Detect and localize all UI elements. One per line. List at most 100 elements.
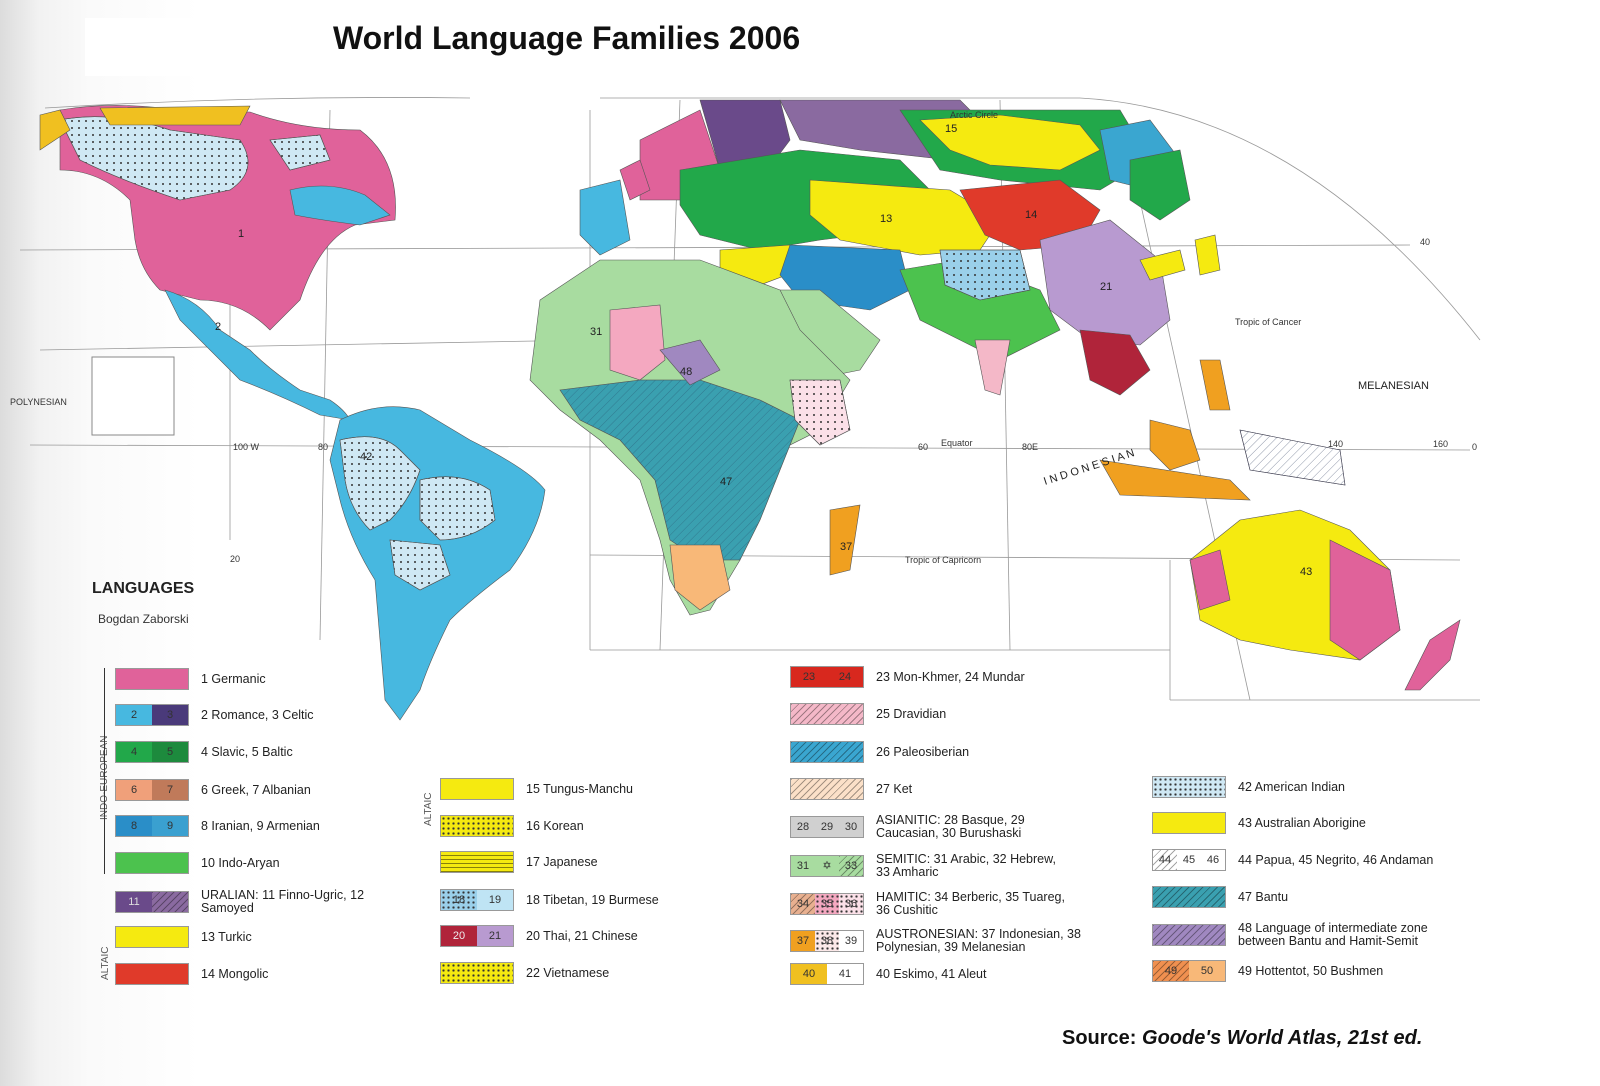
region-number: 37 — [840, 541, 852, 553]
legend-label: HAMITIC: 34 Berberic, 35 Tuareg, 36 Cush… — [876, 890, 1065, 917]
region-number: 14 — [1025, 209, 1037, 221]
region-number: 15 — [945, 123, 957, 135]
group-label-altaic-mid: ALTAIC — [423, 792, 434, 826]
legend-label: 4 Slavic, 5 Baltic — [201, 744, 293, 759]
legend-label: 1 Germanic — [201, 671, 266, 686]
legend-item: 11 URALIAN: 11 Finno-Ugric, 12 Samoyed — [115, 889, 385, 915]
legend-label: 23 Mon-Khmer, 24 Mundar — [876, 669, 1025, 684]
legend-swatch: 89 — [115, 815, 189, 837]
legend-label: 15 Tungus-Manchu — [526, 781, 634, 796]
region-number: 1 — [238, 228, 244, 240]
lat-40-label: 40 — [1420, 237, 1430, 247]
legend-swatch — [1152, 886, 1226, 908]
legend-swatch — [1152, 776, 1226, 798]
melanesian-label: MELANESIAN — [1358, 380, 1429, 392]
legend-swatch: 40 41 — [790, 963, 864, 985]
legend-label: 6 Greek, 7 Albanian — [201, 782, 311, 797]
legend-item: 42 American Indian — [1152, 776, 1345, 798]
source-credit: Source: Goode's World Atlas, 21st ed. — [1062, 1027, 1422, 1050]
legend-item: 45 4 Slavic, 5 Baltic — [115, 741, 293, 763]
legend-swatch: 37 38 39 — [790, 930, 864, 952]
lon-80-label: 80 — [318, 442, 328, 452]
legend-swatch — [115, 668, 189, 690]
legend-label: 8 Iranian, 9 Armenian — [201, 818, 320, 833]
indo-european-bracket — [104, 668, 105, 874]
polynesian-label: POLYNESIAN — [10, 397, 67, 407]
tropic-capricorn-label: Tropic of Capricorn — [905, 555, 981, 565]
legend-item: 23 2 Romance, 3 Celtic — [115, 704, 314, 726]
east-asia — [1039, 219, 1346, 501]
equator-label: Equator — [941, 438, 973, 448]
legend-swatch: 11 — [115, 891, 189, 913]
source-work: Goode's World Atlas, 21st ed. — [1142, 1027, 1423, 1049]
legend-item: 25 Dravidian — [790, 703, 946, 725]
legend-item: 1 Germanic — [115, 668, 266, 690]
region-number: 31 — [590, 326, 602, 338]
legend-swatch: 31 ✡ 33 — [790, 855, 864, 877]
legend-label: 43 Australian Aborigine — [1238, 815, 1366, 830]
region-number: 43 — [1300, 566, 1312, 578]
legend-item: 23 24 23 Mon-Khmer, 24 Mundar — [790, 666, 1025, 688]
legend-item: 89 8 Iranian, 9 Armenian — [115, 815, 320, 837]
australia — [1189, 509, 1461, 691]
legend-swatch — [790, 703, 864, 725]
legend-item: 26 Paleosiberian — [790, 741, 969, 763]
legend-label: SEMITIC: 31 Arabic, 32 Hebrew, 33 Amhari… — [876, 852, 1056, 879]
legend-swatch — [115, 926, 189, 948]
lon-160-label: 160 — [1433, 439, 1448, 449]
legend-swatch: 67 — [115, 779, 189, 801]
legend-label: 20 Thai, 21 Chinese — [526, 928, 638, 943]
region-number: 21 — [1100, 281, 1112, 293]
legend-item: 17 Japanese — [440, 851, 598, 873]
legend-label: 22 Vietnamese — [526, 965, 610, 980]
legend-label: 47 Bantu — [1238, 889, 1289, 904]
region-number: 42 — [360, 451, 372, 463]
legend-label: 14 Mongolic — [201, 966, 269, 981]
lon-140-label: 140 — [1328, 439, 1343, 449]
legend-item: 10 Indo-Aryan — [115, 852, 280, 874]
legend-item: 22 Vietnamese — [440, 962, 609, 984]
legend-label: 17 Japanese — [526, 854, 598, 869]
legend-label: ASIANITIC: 28 Basque, 29 Caucasian, 30 B… — [876, 813, 1025, 840]
legend-item: 40 41 40 Eskimo, 41 Aleut — [790, 963, 986, 985]
legend-swatch — [440, 851, 514, 873]
legend-swatch — [115, 852, 189, 874]
legend-label: 42 American Indian — [1238, 779, 1346, 794]
lat-0-label: 0 — [1472, 442, 1477, 452]
legend-swatch: 49 50 — [1152, 960, 1226, 982]
legend-label: 16 Korean — [526, 818, 584, 833]
legend-swatch: 28 29 30 — [790, 816, 864, 838]
legend-item: 44 45 46 44 Papua, 45 Negrito, 46 Andaman — [1152, 849, 1433, 871]
legend-label: 44 Papua, 45 Negrito, 46 Andaman — [1238, 852, 1434, 867]
legend-swatch — [440, 778, 514, 800]
region-number: 47 — [720, 476, 732, 488]
legend-item: 47 Bantu — [1152, 886, 1288, 908]
legend-label: 26 Paleosiberian — [876, 744, 970, 759]
legend-swatch: 18 19 — [440, 889, 514, 911]
legend-item: 20 21 20 Thai, 21 Chinese — [440, 925, 638, 947]
lat-20-label: 20 — [230, 554, 240, 564]
legend-item: 28 29 30 ASIANITIC: 28 Basque, 29 Caucasia… — [790, 814, 1080, 840]
legend-swatch: 45 — [115, 741, 189, 763]
group-label-altaic: ALTAIC — [100, 946, 111, 980]
lon-60-label: 60 — [918, 442, 928, 452]
legend-label: AUSTRONESIAN: 37 Indonesian, 38 Polynesi… — [876, 927, 1081, 954]
legend-swatch: 20 21 — [440, 925, 514, 947]
legend-swatch — [790, 741, 864, 763]
legend-label: 48 Language of intermediate zone between… — [1238, 921, 1428, 948]
legend-item: 34 35 36 HAMITIC: 34 Berberic, 35 Tuareg, … — [790, 891, 1080, 917]
legend-item: 37 38 39 AUSTRONESIAN: 37 Indonesian, 38 P… — [790, 928, 1090, 954]
lon-100w-label: 100 W — [233, 442, 260, 452]
arctic-circle-label: Arctic Circle — [950, 110, 998, 120]
region-number: 13 — [880, 213, 892, 225]
legend-label: 18 Tibetan, 19 Burmese — [526, 892, 659, 907]
legend-item: 15 Tungus-Manchu — [440, 778, 633, 800]
legend-swatch — [115, 963, 189, 985]
source-label: Source: — [1062, 1027, 1137, 1049]
legend-item: 18 19 18 Tibetan, 19 Burmese — [440, 889, 659, 911]
legend-swatch — [440, 815, 514, 837]
pacific-inset — [91, 356, 175, 436]
legend-heading: LANGUAGES — [92, 580, 195, 597]
legend-item: 43 Australian Aborigine — [1152, 812, 1366, 834]
lon-80e-label: 80E — [1022, 442, 1038, 452]
